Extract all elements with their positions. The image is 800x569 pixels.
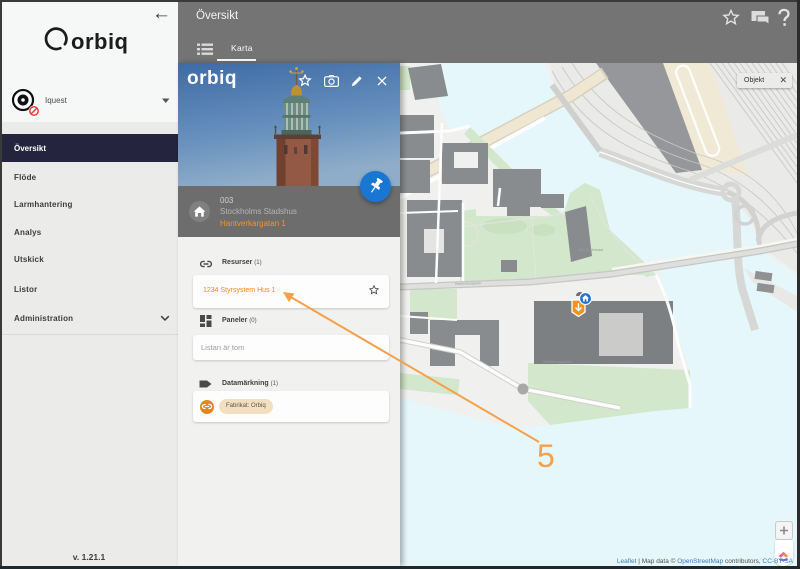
svg-text:Norr Stadshuset: Norr Stadshuset <box>578 248 603 252</box>
svg-text:orbiq: orbiq <box>71 29 129 54</box>
svg-text:Iquest: Iquest <box>45 96 68 105</box>
svg-text:Stadshusparken: Stadshusparken <box>543 359 572 364</box>
